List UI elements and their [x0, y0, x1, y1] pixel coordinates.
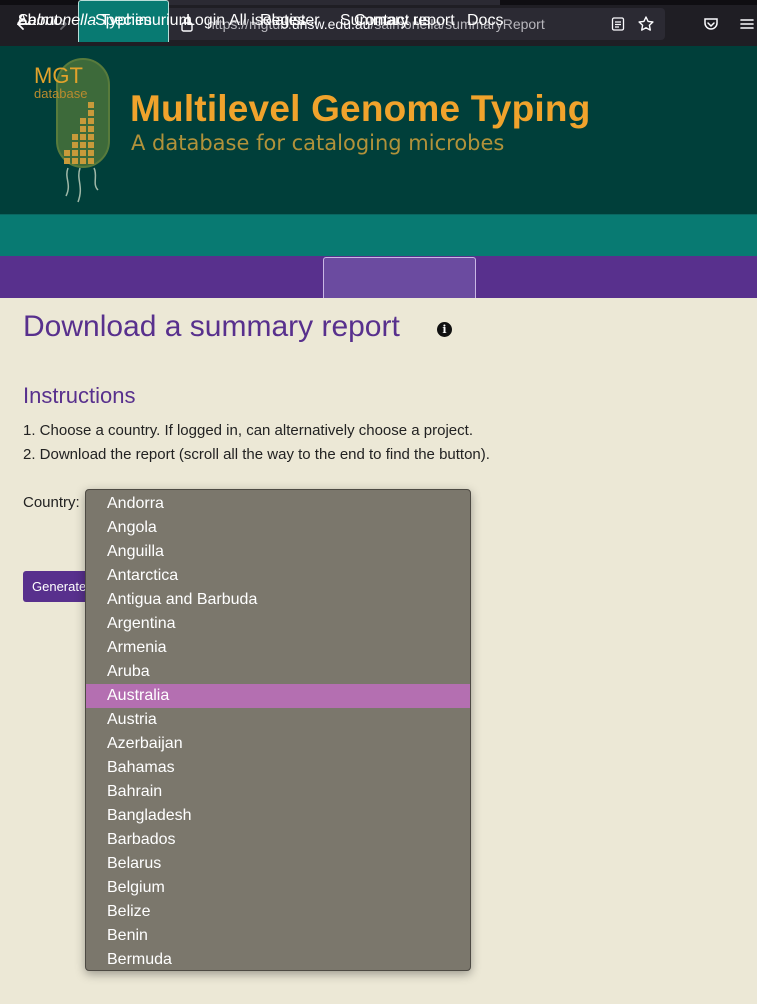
country-option[interactable]: Azerbaijan	[86, 732, 470, 756]
country-option[interactable]: Bahamas	[86, 756, 470, 780]
reader-view-icon[interactable]	[610, 16, 626, 32]
nav-docs[interactable]: Docs	[467, 0, 503, 41]
instruction-step-2: 2. Download the report (scroll all the w…	[23, 446, 490, 463]
country-label: Country:	[23, 494, 80, 511]
hamburger-menu-icon	[740, 19, 754, 29]
info-icon[interactable]: i	[437, 322, 452, 337]
active-subtab-outline	[323, 257, 476, 298]
country-option[interactable]: Aruba	[86, 660, 470, 684]
species-name: Typhimurium	[96, 12, 192, 29]
country-option[interactable]: Bermuda	[86, 948, 470, 970]
site-subtitle: A database for cataloging microbes	[131, 131, 505, 155]
subnav-summary-report[interactable]: Summary report	[340, 0, 455, 42]
country-option[interactable]: Antigua and Barbuda	[86, 588, 470, 612]
bookmark-star-icon[interactable]	[637, 15, 655, 33]
logo-flagella-icon	[65, 167, 99, 203]
country-option[interactable]: Belize	[86, 900, 470, 924]
country-option[interactable]: Belgium	[86, 876, 470, 900]
page-title: Download a summary report	[23, 310, 400, 343]
generate-button-label: Generate	[32, 579, 87, 594]
country-option[interactable]: Bahrain	[86, 780, 470, 804]
pocket-icon	[704, 18, 718, 30]
app-menu-button[interactable]	[735, 12, 757, 36]
pocket-button[interactable]	[699, 12, 723, 36]
country-option[interactable]: Argentina	[86, 612, 470, 636]
country-option[interactable]: Belarus	[86, 852, 470, 876]
logo-subtext: database	[34, 86, 88, 101]
country-option[interactable]: Angola	[86, 516, 470, 540]
genus-name: Salmonella	[17, 12, 97, 29]
country-option[interactable]: Andorra	[86, 492, 470, 516]
country-option[interactable]: Bangladesh	[86, 804, 470, 828]
instruction-step-1: 1. Choose a country. If logged in, can a…	[23, 422, 473, 439]
subnav-all-isolates[interactable]: All isolates	[229, 0, 305, 42]
country-option[interactable]: Barbados	[86, 828, 470, 852]
country-option-selected[interactable]: Australia	[86, 684, 470, 708]
instructions-heading: Instructions	[23, 383, 136, 408]
subnav-organism[interactable]: Salmonella Typhimurium	[17, 0, 192, 42]
country-option[interactable]: Benin	[86, 924, 470, 948]
country-option[interactable]: Armenia	[86, 636, 470, 660]
site-title: Multilevel Genome Typing	[130, 88, 591, 129]
country-option[interactable]: Anguilla	[86, 540, 470, 564]
country-dropdown-list[interactable]: Andorra Angola Anguilla Antarctica Antig…	[85, 489, 471, 971]
country-option[interactable]: Antarctica	[86, 564, 470, 588]
country-option[interactable]: Austria	[86, 708, 470, 732]
primary-nav	[0, 215, 757, 256]
logo-bars-icon	[64, 102, 94, 164]
